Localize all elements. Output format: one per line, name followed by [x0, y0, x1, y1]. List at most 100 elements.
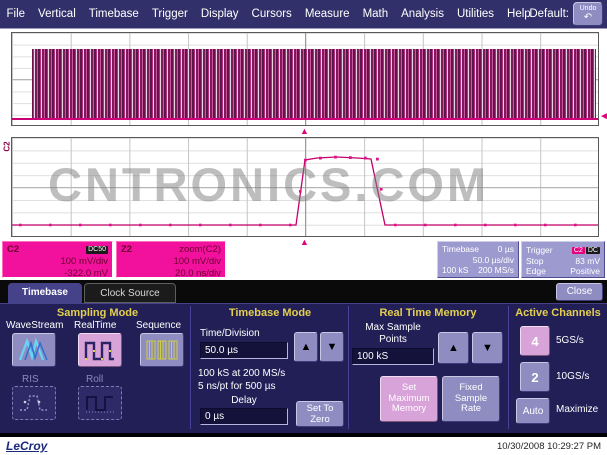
roll-icon: [83, 390, 117, 416]
set-to-zero-button[interactable]: Set To Zero: [296, 401, 344, 427]
sequence-icon: [145, 337, 179, 363]
menu-bar: File Vertical Timebase Trigger Display C…: [0, 0, 607, 29]
channels-2-button[interactable]: 2: [520, 362, 550, 392]
menu-analysis[interactable]: Analysis: [395, 8, 451, 20]
datetime-display: 10/30/2008 10:29:27 PM: [497, 441, 601, 452]
time-division-label: Time/Division: [200, 328, 260, 339]
c2-descriptor-box[interactable]: C2 DC50 100 mV/div -322.0 mV: [2, 241, 113, 278]
trigger-position-marker-bottom[interactable]: ▲: [300, 238, 309, 247]
timebase-summary-box[interactable]: Timebase 0 µs 50.0 µs/div 100 kS 200 MS/…: [437, 241, 519, 278]
up-arrow-icon: ▲: [448, 342, 459, 354]
trigger-coupling-badge: DC: [586, 247, 600, 254]
max-sample-points-field[interactable]: 100 kS: [352, 348, 434, 365]
tdiv-up-button[interactable]: ▲: [294, 332, 318, 362]
timebase-title: Timebase: [442, 244, 479, 255]
channels-2-label: 10GS/s: [556, 371, 589, 382]
tab-clock-source[interactable]: Clock Source: [84, 283, 176, 303]
down-arrow-icon: ▼: [482, 342, 493, 354]
default-label: Default:: [529, 8, 569, 20]
menu-utilities[interactable]: Utilities: [450, 8, 500, 20]
c2-level-marker[interactable]: ◄: [599, 112, 607, 122]
waveform-display: C2 Z2 ▲ ▲ ◄ C2 DC50 100 mV/div -322.0 mV…: [0, 29, 607, 280]
memory-up-button[interactable]: ▲: [438, 332, 469, 364]
trigger-title: Trigger: [526, 245, 553, 256]
undo-button[interactable]: Undo ↶: [573, 2, 603, 26]
menu-file[interactable]: File: [0, 8, 32, 20]
c2-axis-label: C2: [3, 141, 12, 151]
z2-vdiv: 100 mV/div: [121, 256, 221, 268]
z2-tdiv: 20.0 ns/div: [121, 268, 221, 280]
wavestream-button[interactable]: [12, 333, 56, 367]
lecroy-logo: LeCroy: [6, 439, 47, 453]
menu-trigger[interactable]: Trigger: [145, 8, 194, 20]
set-maximum-memory-button[interactable]: Set Maximum Memory: [380, 376, 438, 422]
trigger-source-badge: C2: [572, 247, 585, 254]
sequence-button[interactable]: [140, 333, 184, 367]
up-arrow-icon: ▲: [301, 341, 312, 353]
menu-vertical[interactable]: Vertical: [32, 8, 83, 20]
sequence-label: Sequence: [136, 320, 181, 331]
tdiv-down-button[interactable]: ▼: [320, 332, 344, 362]
timebase-samples: 100 kS: [442, 265, 468, 276]
timebase-delay: 0 µs: [498, 244, 514, 255]
memory-down-button[interactable]: ▼: [472, 332, 503, 364]
menu-display[interactable]: Display: [194, 8, 245, 20]
realtime-button[interactable]: [78, 333, 122, 367]
max-sample-points-label: Max Sample Points: [352, 322, 434, 345]
ris-label: RIS: [22, 374, 39, 385]
c2-baseline-trace: [12, 118, 598, 120]
time-division-field[interactable]: 50.0 µs: [200, 342, 288, 359]
menu-math[interactable]: Math: [356, 8, 395, 20]
channels-auto-button[interactable]: Auto: [516, 398, 550, 424]
ris-button[interactable]: [12, 386, 56, 420]
status-footer: LeCroy 10/30/2008 10:29:27 PM: [0, 437, 607, 455]
c2-name: C2: [7, 244, 19, 256]
channels-4-label: 5GS/s: [556, 335, 584, 346]
memory-info-line2: 5 ns/pt for 500 µs: [198, 381, 275, 392]
menu-cursors[interactable]: Cursors: [245, 8, 298, 20]
delay-label: Delay: [200, 395, 288, 406]
wavestream-label: WaveStream: [6, 320, 63, 331]
timebase-rate: 200 MS/s: [478, 265, 514, 276]
sampling-mode-header: Sampling Mode: [10, 307, 185, 319]
dialog-tab-strip: Timebase Clock Source Close: [0, 280, 607, 303]
z2-descriptor-box[interactable]: Z2 zoom(C2) 100 mV/div 20.0 ns/div: [116, 241, 226, 278]
tab-timebase[interactable]: Timebase: [8, 283, 82, 303]
fixed-sample-rate-button[interactable]: Fixed Sample Rate: [442, 376, 500, 422]
real-time-memory-header: Real Time Memory: [352, 307, 504, 319]
c2-offset: -322.0 mV: [7, 268, 108, 280]
realtime-label: RealTime: [74, 320, 116, 331]
active-channels-header: Active Channels: [512, 307, 604, 319]
c2-coupling-badge: DC50: [86, 246, 108, 255]
c2-clock-trace: [32, 49, 596, 119]
delay-field[interactable]: 0 µs: [200, 408, 288, 425]
menu-measure[interactable]: Measure: [298, 8, 356, 20]
down-arrow-icon: ▼: [327, 341, 338, 353]
c2-vdiv: 100 mV/div: [7, 256, 108, 268]
memory-info-line1: 100 kS at 200 MS/s: [198, 368, 285, 379]
trigger-type: Edge: [526, 266, 546, 277]
realtime-icon: [83, 337, 117, 363]
grid-channel-c2[interactable]: [11, 32, 599, 126]
oscilloscope-screen: File Vertical Timebase Trigger Display C…: [0, 0, 607, 455]
dialog-body: Sampling Mode WaveStream RealTime Sequen…: [0, 303, 607, 433]
timebase-dialog: Timebase Clock Source Close Sampling Mod…: [0, 280, 607, 437]
roll-label: Roll: [86, 374, 103, 385]
ris-icon: [17, 390, 51, 416]
z2-pulse-trace: [12, 138, 598, 236]
trigger-position-marker-top[interactable]: ▲: [300, 127, 309, 136]
trigger-summary-box[interactable]: Trigger C2DC Stop 83 mV Edge Positive: [521, 241, 605, 278]
undo-icon: ↶: [574, 13, 602, 23]
channels-4-button[interactable]: 4: [520, 326, 550, 356]
roll-button[interactable]: [78, 386, 122, 420]
close-button[interactable]: Close: [556, 283, 603, 301]
timebase-mode-header: Timebase Mode: [195, 307, 345, 319]
channels-auto-label: Maximize: [556, 404, 598, 415]
timebase-tdiv: 50.0 µs/div: [442, 255, 514, 266]
trigger-level: 83 mV: [575, 256, 600, 267]
grid-zoom-z2[interactable]: [11, 137, 599, 237]
menu-timebase[interactable]: Timebase: [82, 8, 145, 20]
trigger-slope: Positive: [570, 266, 600, 277]
wavestream-icon: [17, 337, 51, 363]
section-divider: [348, 306, 349, 429]
